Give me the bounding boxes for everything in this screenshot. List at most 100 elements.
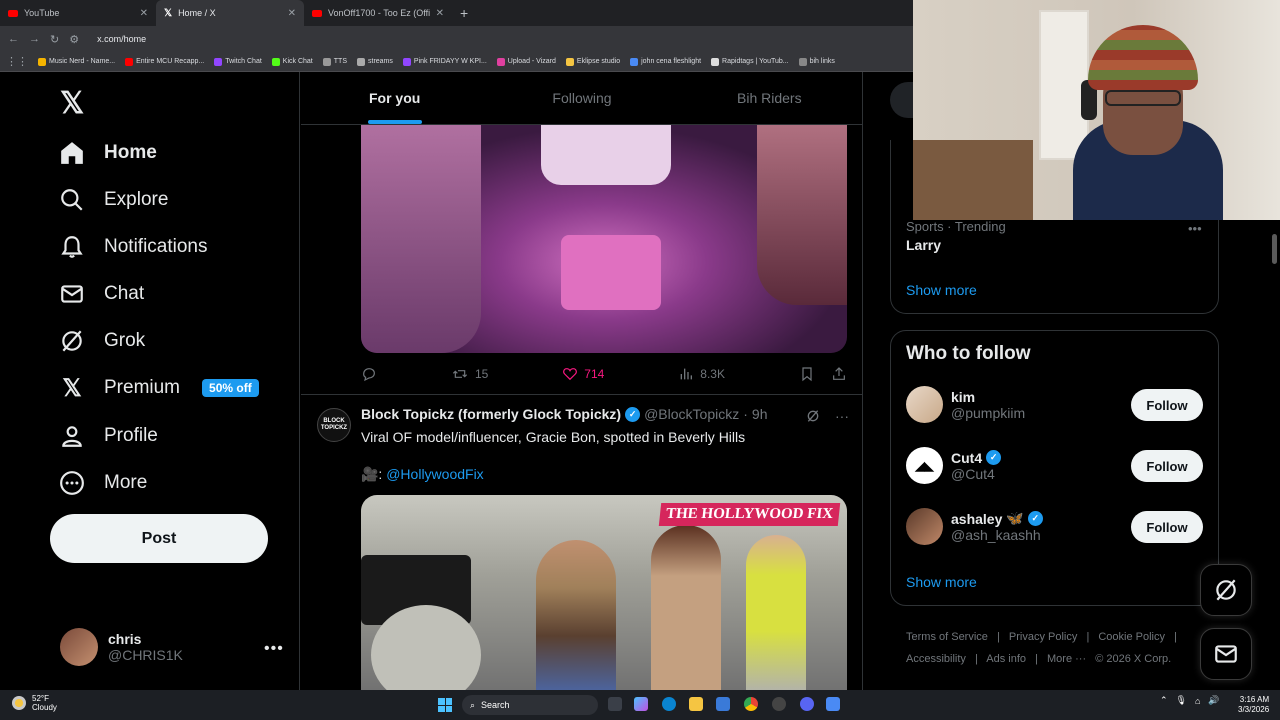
bookmark[interactable]: Pink FRIDAYY W KPI... — [402, 57, 487, 66]
footer-link-cookie[interactable]: Cookie Policy — [1098, 631, 1165, 643]
bookmark[interactable]: bih links — [798, 57, 835, 66]
nav-grok[interactable]: Grok — [58, 321, 145, 361]
bookmark[interactable]: streams — [357, 57, 393, 66]
footer-link-ads-info[interactable]: Ads info — [986, 653, 1026, 665]
account-switcher[interactable]: chris @CHRIS1K — [60, 628, 183, 666]
footer-copyright: © 2026 X Corp. — [1095, 653, 1172, 665]
nav-premium[interactable]: 𝕏 Premium 50% off — [58, 368, 259, 408]
more-dots-icon[interactable]: ••• — [264, 640, 284, 658]
network-icon[interactable]: ⌂ — [1195, 696, 1200, 706]
tab-for-you[interactable]: For you — [301, 72, 488, 124]
taskbar-clock[interactable]: 3:16 AM 3/3/2026 — [1238, 695, 1269, 715]
close-icon[interactable]: ✕ — [140, 8, 148, 19]
weather-widget[interactable]: 52°F Cloudy — [12, 694, 57, 712]
chevron-up-icon[interactable]: ⌃ — [1160, 695, 1168, 706]
close-icon[interactable]: ✕ — [436, 8, 444, 19]
follow-suggestion[interactable]: kim @pumpkiim — [906, 386, 1025, 423]
footer-link-more[interactable]: More ··· — [1047, 653, 1086, 665]
nav-chat[interactable]: Chat — [58, 274, 144, 314]
new-tab-button[interactable]: + — [452, 5, 476, 21]
grok-fab-button[interactable] — [1200, 564, 1252, 616]
footer-link-terms[interactable]: Terms of Service — [906, 631, 988, 643]
store-icon[interactable] — [716, 697, 730, 711]
bookmark[interactable]: TTS — [322, 57, 347, 66]
bookmark-icon[interactable] — [799, 366, 815, 382]
follow-suggestion[interactable]: ashaley 🦋 ✓ @ash_kaashh — [906, 508, 1043, 545]
footer-link-privacy[interactable]: Privacy Policy — [1009, 631, 1077, 643]
follow-button[interactable]: Follow — [1131, 511, 1203, 543]
heart-icon — [563, 368, 578, 381]
views-button[interactable]: 8.3K — [678, 366, 725, 382]
more-dots-icon[interactable]: ••• — [1188, 221, 1202, 236]
copilot-icon[interactable] — [634, 697, 648, 711]
scrollbar[interactable] — [1272, 234, 1277, 264]
more-dots-icon[interactable]: ··· — [835, 408, 849, 424]
bookmark[interactable]: Twitch Chat — [214, 57, 262, 66]
discord-icon[interactable] — [800, 697, 814, 711]
volume-icon[interactable]: 🔊 — [1208, 695, 1219, 706]
nav-home[interactable]: Home — [58, 133, 157, 173]
task-view-icon[interactable] — [608, 697, 622, 711]
show-more-follow-link[interactable]: Show more — [906, 574, 977, 590]
messages-fab-button[interactable] — [1200, 628, 1252, 680]
weather-icon — [12, 696, 26, 710]
tab-youtube[interactable]: YouTube ✕ — [0, 0, 156, 26]
tab-following[interactable]: Following — [488, 72, 675, 124]
bookmark[interactable]: Entire MCU Recapp... — [125, 57, 204, 66]
taskbar-search[interactable]: ⌕ Search — [462, 695, 598, 715]
notepad-icon[interactable] — [826, 697, 840, 711]
bookmark[interactable]: Upload - Vizard — [496, 57, 556, 66]
nav-more[interactable]: More — [58, 463, 147, 503]
youtube-icon — [8, 9, 18, 17]
follow-suggestion[interactable]: ◢◣ Cut4 ✓ @Cut4 — [906, 447, 1002, 484]
tab-home-x[interactable]: 𝕏 Home / X ✕ — [156, 0, 304, 26]
post-button[interactable]: Post — [50, 514, 268, 563]
nav-profile[interactable]: Profile — [58, 416, 158, 456]
bookmark[interactable]: john cena fleshlight — [630, 57, 701, 66]
tab-vonoff[interactable]: VonOff1700 - Too Ez (Official V ✕ — [304, 0, 452, 26]
like-button[interactable]: 714 — [562, 366, 604, 382]
bookmark[interactable]: Rapidtags | YouTub... — [711, 57, 789, 66]
mic-icon[interactable]: 🎙 — [1176, 695, 1187, 706]
reload-icon[interactable]: ↻ — [50, 33, 59, 46]
youtube-icon — [312, 9, 322, 17]
file-explorer-icon[interactable] — [689, 697, 703, 711]
chrome-icon[interactable] — [744, 697, 758, 711]
apps-icon[interactable]: ⋮⋮ — [6, 55, 28, 68]
bookmark[interactable]: Music Nerd - Name... — [38, 57, 115, 66]
url-field[interactable]: x.com/home — [97, 34, 146, 44]
trend-item[interactable]: Larry — [906, 237, 941, 253]
forward-icon[interactable]: → — [29, 33, 40, 45]
bookmark[interactable]: Kick Chat — [271, 57, 313, 66]
bell-icon — [58, 233, 86, 261]
close-icon[interactable]: ✕ — [288, 8, 296, 19]
back-icon[interactable]: ← — [8, 33, 19, 45]
author-name[interactable]: Block Topickz (formerly Glock Topickz) — [361, 406, 621, 422]
obs-icon[interactable] — [772, 697, 786, 711]
show-more-trends-link[interactable]: Show more — [906, 282, 977, 298]
footer-link-accessibility[interactable]: Accessibility — [906, 653, 966, 665]
share-icon[interactable] — [831, 366, 847, 382]
nav-notifications[interactable]: Notifications — [58, 227, 208, 267]
author-handle[interactable]: @BlockTopickz — [644, 406, 739, 422]
windows-start-icon[interactable] — [438, 698, 452, 712]
x-logo-icon[interactable]: 𝕏 — [60, 86, 84, 121]
tweet-media-image[interactable] — [361, 125, 847, 353]
site-info-icon[interactable]: ⚙ — [69, 33, 79, 46]
edge-icon[interactable] — [662, 697, 676, 711]
reply-button[interactable] — [361, 366, 377, 382]
tweet-media-image[interactable]: THE HOLLYWOOD FIX — [361, 495, 847, 690]
retweet-button[interactable]: 15 — [451, 366, 488, 382]
nav-label: Home — [104, 142, 157, 163]
grok-icon[interactable] — [805, 408, 821, 424]
webcam-overlay — [913, 0, 1280, 220]
follow-button[interactable]: Follow — [1131, 389, 1203, 421]
tweet-divider — [301, 394, 862, 395]
nav-explore[interactable]: Explore — [58, 180, 168, 220]
bookmark[interactable]: Eklipse studio — [565, 57, 620, 66]
avatar[interactable]: BLOCK TOPICKZ — [317, 408, 351, 442]
tab-bih-riders[interactable]: Bih Riders — [676, 72, 862, 124]
follow-button[interactable]: Follow — [1131, 450, 1203, 482]
tweet-time[interactable]: 9h — [752, 406, 768, 422]
mention-link[interactable]: @HollywoodFix — [386, 466, 483, 482]
